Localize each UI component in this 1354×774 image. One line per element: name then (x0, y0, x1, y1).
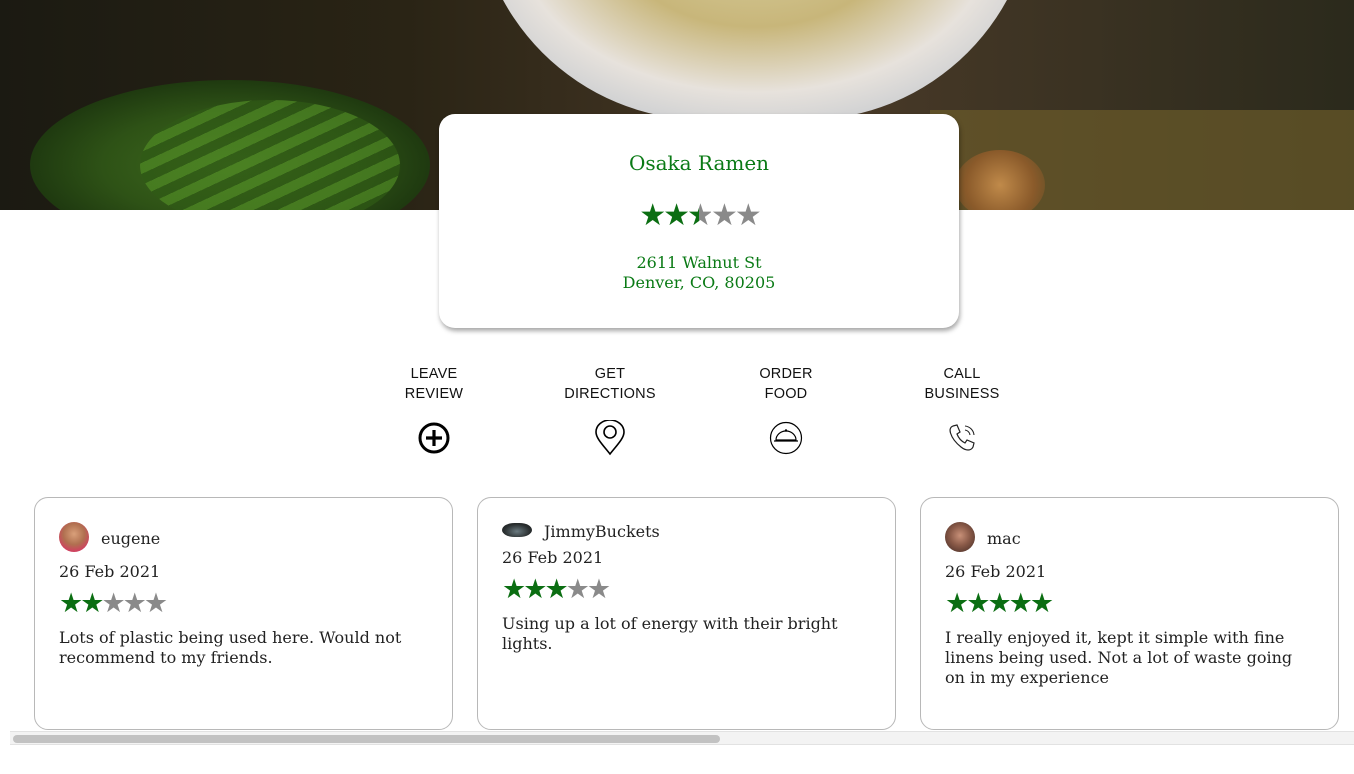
phone-icon (949, 424, 975, 451)
star-icon: ★ (663, 198, 690, 233)
restaurant-info-card: Osaka Ramen ★★★★★ 2611 Walnut St Denver,… (439, 114, 959, 328)
star-icon: ★ (523, 574, 547, 605)
star-icon: ★ (987, 588, 1011, 619)
get-directions-button[interactable]: GET DIRECTIONS (550, 364, 670, 456)
action-label-line2: BUSINESS (924, 386, 1000, 402)
restaurant-rating: ★★★★★ (439, 198, 959, 234)
star-icon: ★ (586, 574, 611, 605)
star-icon: ★ (1029, 588, 1054, 619)
scrollbar-thumb[interactable] (13, 735, 720, 743)
plus-circle-icon (418, 422, 450, 454)
address-line-1: 2611 Walnut St (636, 253, 762, 272)
review-text: I really enjoyed it, kept it simple with… (945, 628, 1293, 687)
review-text: Using up a lot of energy with their brig… (502, 614, 838, 653)
action-label-line1: CALL (943, 366, 981, 382)
ramen-bowl-shape (475, 0, 1035, 120)
call-business-button[interactable]: CALL BUSINESS (902, 364, 1022, 451)
star-icon: ★ (966, 588, 990, 619)
review-date: 26 Feb 2021 (502, 548, 604, 567)
star-icon: ★ (710, 198, 738, 233)
map-pin-icon (595, 420, 625, 456)
review-username: mac (987, 529, 1021, 548)
avatar (59, 522, 89, 552)
star-icon: ★ (734, 198, 762, 233)
star-icon: ★ (502, 574, 526, 605)
review-date: 26 Feb 2021 (59, 562, 161, 581)
star-icon: ★ (101, 588, 125, 619)
star-icon: ★ (122, 588, 147, 619)
review-card: mac 26 Feb 2021 ★★★★★ I really enjoyed i… (920, 497, 1339, 730)
food-cloche-icon (769, 421, 803, 455)
leave-review-button[interactable]: LEAVE REVIEW (374, 364, 494, 454)
action-label-line2: DIRECTIONS (564, 386, 656, 402)
horizontal-scrollbar[interactable] (10, 731, 1354, 745)
star-icon: ★ (544, 574, 568, 605)
restaurant-address: 2611 Walnut St Denver, CO, 80205 (439, 253, 959, 293)
order-food-button[interactable]: ORDER FOOD (726, 364, 846, 455)
review-date: 26 Feb 2021 (945, 562, 1047, 581)
review-card: eugene 26 Feb 2021 ★★★★★ Lots of plastic… (34, 497, 453, 730)
star-icon: ★ (565, 574, 590, 605)
review-rating: ★★★★★ (502, 574, 611, 606)
avatar (502, 523, 532, 537)
review-username: JimmyBuckets (544, 522, 660, 541)
action-label-line2: REVIEW (404, 386, 464, 402)
star-icon: ★ (945, 588, 969, 619)
review-text: Lots of plastic being used here. Would n… (59, 628, 402, 667)
action-label-line2: FOOD (764, 386, 808, 402)
star-icon: ★ (1008, 588, 1033, 619)
action-label-line1: ORDER (759, 366, 813, 382)
star-icon: ★ (143, 588, 168, 619)
action-label-line1: LEAVE (410, 366, 458, 382)
review-card: JimmyBuckets 26 Feb 2021 ★★★★★ Using up … (477, 497, 896, 730)
review-username: eugene (101, 529, 161, 548)
avatar (945, 522, 975, 552)
review-rating: ★★★★★ (945, 588, 1054, 620)
review-rating: ★★★★★ (59, 588, 168, 620)
action-label-line1: GET (594, 366, 626, 382)
star-icon: ★ (80, 588, 104, 619)
star-icon: ★ (59, 588, 83, 619)
star-icon: ★ (639, 198, 666, 233)
restaurant-name: Osaka Ramen (628, 151, 770, 175)
address-line-2: Denver, CO, 80205 (622, 273, 776, 292)
star-icon: ★ (687, 198, 714, 233)
